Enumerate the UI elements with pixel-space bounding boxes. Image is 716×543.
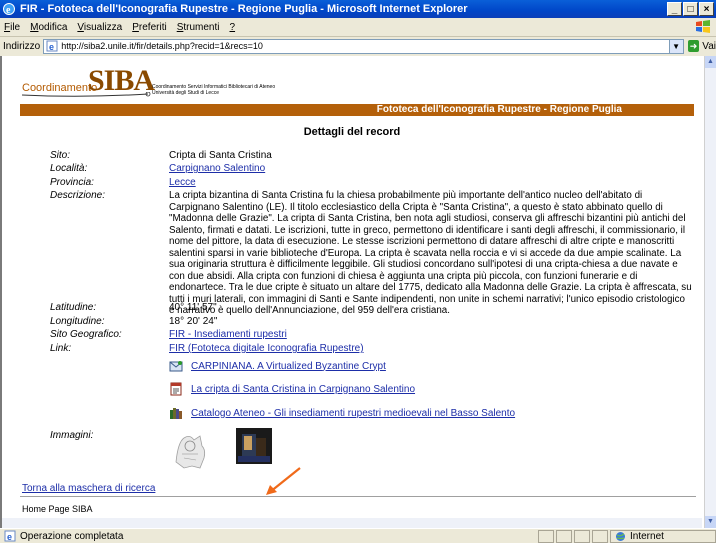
- go-button-label[interactable]: Vai: [702, 41, 716, 52]
- link-row-carpiniana[interactable]: CARPINIANA. A Virtualized Byzantine Cryp…: [169, 359, 386, 373]
- close-button[interactable]: ×: [699, 2, 714, 16]
- back-to-search-link[interactable]: Torna alla maschera di ricerca: [22, 483, 155, 494]
- latitudine-value: 40° 11' 57": [169, 302, 217, 313]
- address-url: http://siba2.unile.it/fir/details.php?re…: [61, 41, 263, 51]
- logo-swoosh-icon: [22, 92, 151, 97]
- menu-file[interactable]: File: [4, 22, 20, 33]
- status-panel-2: [556, 529, 572, 543]
- sito-value: Cripta di Santa Cristina: [169, 150, 272, 161]
- fir-link[interactable]: FIR (Fototeca digitale Iconografia Rupes…: [169, 343, 693, 354]
- longitudine-value: 18° 20' 24": [169, 316, 218, 327]
- link-row-catalogo[interactable]: Catalogo Ateneo - Gli insediamenti rupes…: [169, 406, 515, 420]
- address-label: Indirizzo: [3, 40, 41, 52]
- maximize-button[interactable]: □: [683, 2, 698, 16]
- status-text-area: e Operazione completata: [4, 530, 538, 542]
- vertical-scrollbar[interactable]: ▲ ▼: [704, 56, 716, 528]
- status-panel-3: [574, 529, 590, 543]
- window-title: FIR - Fototeca dell'Iconografia Rupestre…: [20, 3, 468, 15]
- sito-geografico-label: Sito Geografico:: [50, 329, 122, 340]
- scroll-up-icon[interactable]: ▲: [705, 56, 716, 68]
- address-dropdown-icon[interactable]: ▼: [668, 39, 683, 53]
- descrizione-value: La cripta bizantina di Santa Cristina fu…: [169, 190, 692, 316]
- mail-web-icon: [169, 361, 183, 372]
- sito-geografico-link[interactable]: FIR - Insediamenti rupestri: [169, 329, 693, 340]
- zone-label: Internet: [630, 530, 664, 542]
- sito-label: Sito:: [50, 150, 71, 161]
- immagini-label: Immagini:: [50, 430, 94, 441]
- link-label: Link:: [50, 343, 72, 354]
- descrizione-label: Descrizione:: [50, 190, 106, 201]
- go-arrow-icon[interactable]: ➜: [687, 40, 700, 52]
- cripta-link[interactable]: La cripta di Santa Cristina in Carpignan…: [191, 384, 415, 395]
- latitudine-label: Latitudine:: [50, 302, 97, 313]
- page-content: Coordinamento SIBA Coordinamento Servizi…: [0, 56, 704, 528]
- status-bar: e Operazione completata Internet: [0, 528, 716, 543]
- svg-text:e: e: [7, 532, 12, 542]
- home-page-link[interactable]: Home Page SIBA: [22, 504, 93, 514]
- pointer-arrow-icon: [266, 467, 301, 495]
- ie-icon: e: [3, 3, 15, 16]
- logo-subtitle-2: Università degli Studi di Lecce: [152, 90, 219, 96]
- svg-text:e: e: [49, 42, 54, 52]
- longitudine-label: Longitudine:: [50, 316, 105, 327]
- link-row-cripta[interactable]: La cripta di Santa Cristina in Carpignan…: [169, 382, 415, 396]
- page-icon: e: [46, 40, 58, 52]
- image-thumbnail-sketch[interactable]: [170, 428, 214, 472]
- globe-icon: [616, 531, 625, 541]
- horizontal-scrollbar[interactable]: [2, 518, 702, 528]
- divider: [20, 496, 696, 497]
- carpiniana-link[interactable]: CARPINIANA. A Virtualized Byzantine Cryp…: [191, 361, 386, 372]
- scroll-down-icon[interactable]: ▼: [705, 516, 716, 528]
- localita-label: Località:: [50, 163, 88, 174]
- page-done-icon: e: [4, 530, 16, 542]
- status-panel-4: [592, 529, 608, 543]
- catalogo-link[interactable]: Catalogo Ateneo - Gli insediamenti rupes…: [191, 408, 515, 419]
- menu-visualizza[interactable]: Visualizza: [77, 22, 122, 33]
- status-panel-1: [538, 529, 554, 543]
- localita-link[interactable]: Carpignano Salentino: [169, 163, 693, 174]
- menu-strumenti[interactable]: Strumenti: [177, 22, 220, 33]
- page-title: Dettagli del record: [303, 126, 401, 138]
- internet-zone: Internet: [610, 529, 716, 543]
- image-thumbnail-photo[interactable]: [236, 428, 272, 464]
- document-icon: [170, 382, 182, 396]
- books-icon: [170, 408, 182, 419]
- status-text: Operazione completata: [20, 530, 124, 542]
- title-bar: e FIR - Fototeca dell'Iconografia Rupest…: [0, 0, 716, 18]
- menu-help[interactable]: ?: [230, 22, 236, 33]
- svg-text:e: e: [6, 5, 11, 16]
- windows-logo-icon: [696, 20, 710, 33]
- address-input[interactable]: e http://siba2.unile.it/fir/details.php?…: [43, 38, 684, 54]
- menu-preferiti[interactable]: Preferiti: [132, 22, 166, 33]
- provincia-label: Provincia:: [50, 177, 94, 188]
- minimize-button[interactable]: _: [667, 2, 682, 16]
- site-banner: Fototeca dell'Iconografia Rupestre - Reg…: [20, 104, 694, 116]
- address-bar: Indirizzo e http://siba2.unile.it/fir/de…: [0, 36, 716, 57]
- menu-modifica[interactable]: Modifica: [30, 22, 67, 33]
- menu-bar: File Modifica Visualizza Preferiti Strum…: [0, 18, 716, 37]
- provincia-link[interactable]: Lecce: [169, 177, 693, 188]
